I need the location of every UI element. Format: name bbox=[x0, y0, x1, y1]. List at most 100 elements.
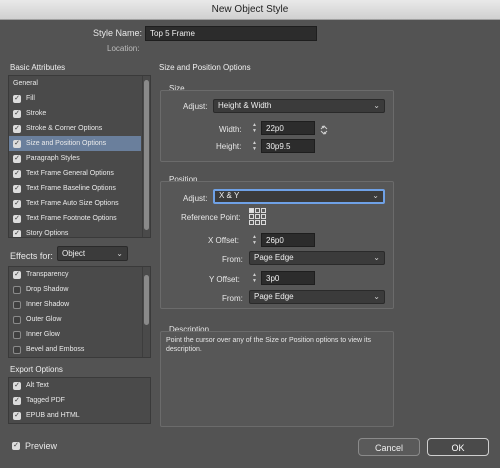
window-title: New Object Style bbox=[0, 0, 500, 20]
list-item[interactable]: ✓ Fill bbox=[9, 91, 141, 106]
list-item[interactable]: ✓ Alt Text bbox=[9, 378, 141, 393]
list-item[interactable]: ✓ Transparency bbox=[9, 267, 141, 282]
list-item[interactable]: ✓ Story Options bbox=[9, 226, 141, 237]
checkbox-checked-icon[interactable]: ✓ bbox=[13, 199, 21, 208]
checkbox-checked-icon[interactable]: ✓ bbox=[13, 270, 21, 279]
effects-scroll-thumb[interactable] bbox=[144, 275, 149, 325]
checkbox-checked-icon[interactable]: ✓ bbox=[13, 229, 21, 237]
x-from-select[interactable]: Page Edge ⌄ bbox=[249, 251, 385, 265]
x-from-value: Page Edge bbox=[254, 253, 294, 262]
list-item[interactable]: ✓ Stroke bbox=[9, 106, 141, 121]
checkbox-unchecked-icon[interactable] bbox=[13, 300, 21, 309]
list-item-label: Story Options bbox=[26, 230, 69, 237]
x-offset-stepper-icon[interactable]: ▲ ▼ bbox=[251, 234, 258, 246]
list-item[interactable]: ✓ Tagged PDF bbox=[9, 393, 141, 408]
width-stepper-icon[interactable]: ▲ ▼ bbox=[251, 122, 258, 134]
y-from-value: Page Edge bbox=[254, 292, 294, 301]
list-item[interactable]: Inner Shadow bbox=[9, 297, 141, 312]
effects-for-select[interactable]: Object ⌄ bbox=[57, 246, 128, 261]
checkbox-unchecked-icon[interactable] bbox=[13, 330, 21, 339]
checkbox-unchecked-icon[interactable] bbox=[13, 315, 21, 324]
basic-attributes-scroll-thumb[interactable] bbox=[144, 80, 149, 230]
chevron-down-icon: ⌄ bbox=[373, 253, 380, 262]
ref-point-bottom-right[interactable] bbox=[261, 220, 266, 225]
size-adjust-select[interactable]: Height & Width ⌄ bbox=[213, 99, 385, 113]
style-name-input[interactable]: Top 5 Frame bbox=[145, 26, 317, 41]
list-item[interactable]: ✓ Text Frame Footnote Options bbox=[9, 211, 141, 226]
list-item[interactable]: ✓ EPUB and HTML bbox=[9, 408, 141, 423]
list-item-label: Outer Glow bbox=[26, 316, 62, 323]
chevron-down-icon: ⌄ bbox=[372, 191, 379, 200]
x-offset-label: X Offset: bbox=[208, 236, 239, 245]
list-item[interactable]: Outer Glow bbox=[9, 312, 141, 327]
ref-point-middle-right[interactable] bbox=[261, 214, 266, 219]
checkbox-checked-icon[interactable]: ✓ bbox=[13, 396, 21, 405]
list-item[interactable]: ✓ Text Frame General Options bbox=[9, 166, 141, 181]
checkbox-checked-icon[interactable]: ✓ bbox=[13, 94, 21, 103]
y-offset-stepper-icon[interactable]: ▲ ▼ bbox=[251, 272, 258, 284]
ref-point-middle-left[interactable] bbox=[249, 214, 254, 219]
checkbox-checked-icon[interactable]: ✓ bbox=[13, 169, 21, 178]
checkbox-unchecked-icon[interactable] bbox=[13, 285, 21, 294]
list-item-label: Bevel and Emboss bbox=[26, 346, 85, 353]
basic-attributes-scrollbar[interactable] bbox=[142, 76, 150, 237]
effects-scrollbar[interactable] bbox=[142, 267, 150, 357]
export-options-title: Export Options bbox=[10, 365, 63, 374]
width-label: Width: bbox=[219, 125, 242, 134]
list-item-label: Stroke bbox=[26, 110, 47, 117]
checkbox-checked-icon: ✓ bbox=[12, 442, 20, 450]
size-adjust-value: Height & Width bbox=[218, 101, 272, 110]
list-item[interactable]: ✓ Size and Position Options bbox=[9, 136, 141, 151]
ok-button[interactable]: OK bbox=[427, 438, 489, 456]
list-item-label: Alt Text bbox=[26, 382, 49, 389]
preview-label: Preview bbox=[25, 441, 58, 451]
cancel-button[interactable]: Cancel bbox=[358, 438, 420, 456]
reference-point-icon[interactable] bbox=[249, 208, 266, 225]
width-input[interactable]: 22p0 bbox=[261, 121, 315, 135]
height-stepper-icon[interactable]: ▲ ▼ bbox=[251, 140, 258, 152]
list-item[interactable]: ✓ Paragraph Styles bbox=[9, 151, 141, 166]
y-from-select[interactable]: Page Edge ⌄ bbox=[249, 290, 385, 304]
list-item-label: Text Frame Auto Size Options bbox=[26, 200, 119, 207]
height-label: Height: bbox=[216, 142, 242, 151]
x-offset-input[interactable]: 26p0 bbox=[261, 233, 315, 247]
checkbox-checked-icon[interactable]: ✓ bbox=[13, 214, 21, 223]
checkbox-checked-icon[interactable]: ✓ bbox=[13, 381, 21, 390]
list-item-label: Text Frame Footnote Options bbox=[26, 215, 117, 222]
ref-point-center[interactable] bbox=[255, 214, 260, 219]
location-label: Location: bbox=[107, 44, 140, 53]
panel-title: Size and Position Options bbox=[159, 63, 251, 72]
list-item[interactable]: ✓ Text Frame Auto Size Options bbox=[9, 196, 141, 211]
basic-attributes-list[interactable]: General ✓ Fill ✓ Stroke ✓ Stroke & Corner Opti… bbox=[8, 75, 151, 238]
checkbox-checked-icon[interactable]: ✓ bbox=[13, 411, 21, 420]
preview-checkbox[interactable]: ✓ Preview bbox=[12, 441, 57, 451]
checkbox-checked-icon[interactable]: ✓ bbox=[13, 139, 21, 148]
ref-point-bottom-left[interactable] bbox=[249, 220, 254, 225]
ref-point-top-right[interactable] bbox=[261, 208, 266, 213]
ref-point-top-left[interactable] bbox=[249, 208, 254, 213]
y-offset-input[interactable]: 3p0 bbox=[261, 271, 315, 285]
checkbox-unchecked-icon[interactable] bbox=[13, 345, 21, 354]
effects-for-value: Object bbox=[62, 249, 86, 258]
constrain-proportions-icon[interactable] bbox=[320, 125, 328, 135]
checkbox-checked-icon[interactable]: ✓ bbox=[13, 154, 21, 163]
ref-point-top-center[interactable] bbox=[255, 208, 260, 213]
checkbox-checked-icon[interactable]: ✓ bbox=[13, 124, 21, 133]
y-offset-label: Y Offset: bbox=[209, 275, 240, 284]
list-item[interactable]: Drop Shadow bbox=[9, 282, 141, 297]
height-input[interactable]: 30p9.5 bbox=[261, 139, 315, 153]
list-item[interactable]: General bbox=[9, 76, 141, 91]
effects-list[interactable]: ✓ Transparency Drop Shadow Inner Shadow Oute… bbox=[8, 266, 151, 358]
list-item-label: Paragraph Styles bbox=[26, 155, 80, 162]
ref-point-bottom-center[interactable] bbox=[255, 220, 260, 225]
checkbox-checked-icon[interactable]: ✓ bbox=[13, 184, 21, 193]
list-item[interactable]: ✓ Text Frame Baseline Options bbox=[9, 181, 141, 196]
position-adjust-select[interactable]: X & Y ⌄ bbox=[213, 189, 385, 204]
list-item[interactable]: Inner Glow bbox=[9, 327, 141, 342]
list-item-label: Transparency bbox=[26, 271, 69, 278]
effects-for-label: Effects for: bbox=[10, 251, 53, 261]
list-item[interactable]: ✓ Stroke & Corner Options bbox=[9, 121, 141, 136]
checkbox-checked-icon[interactable]: ✓ bbox=[13, 109, 21, 118]
list-item[interactable]: Bevel and Emboss bbox=[9, 342, 141, 357]
export-options-list[interactable]: ✓ Alt Text ✓ Tagged PDF ✓ EPUB and HTML bbox=[8, 377, 151, 424]
